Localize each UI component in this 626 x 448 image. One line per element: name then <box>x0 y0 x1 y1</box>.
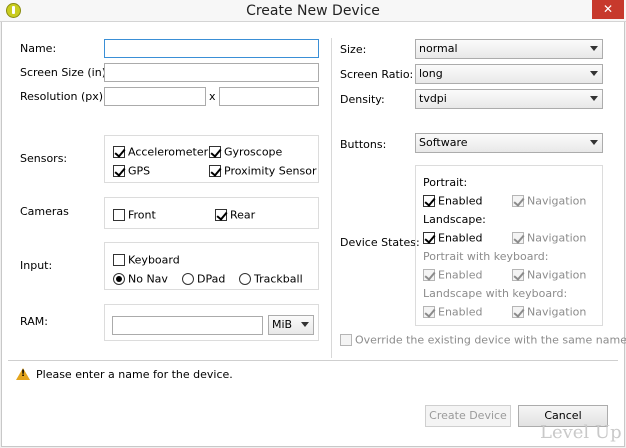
chevron-down-icon <box>301 322 309 327</box>
device-states-group: Portrait: Enabled Navigation Landscape: … <box>415 165 603 326</box>
name-field[interactable] <box>104 39 319 58</box>
chevron-down-icon <box>590 96 598 101</box>
radio-unselected-icon <box>239 273 251 285</box>
radio-unselected-icon <box>182 273 194 285</box>
close-button[interactable]: ✕ <box>592 0 624 19</box>
front-camera-checkbox[interactable]: Front <box>113 208 156 223</box>
screen-size-label: Screen Size (in): <box>20 66 110 79</box>
checkbox-checked-icon <box>209 165 221 177</box>
resolution-x-label: x <box>209 90 216 103</box>
gyroscope-checkbox[interactable]: Gyroscope <box>209 145 282 160</box>
checkbox-unchecked-icon <box>340 334 352 346</box>
size-select[interactable]: normal <box>415 39 603 59</box>
name-label: Name: <box>20 42 57 55</box>
dpad-radio[interactable]: DPad <box>182 272 225 287</box>
checkbox-unchecked-icon <box>113 209 125 221</box>
resolution-height-field[interactable] <box>219 87 319 106</box>
radio-selected-icon <box>113 273 125 285</box>
input-label: Input: <box>20 259 53 272</box>
state-title-landscape-keyboard: Landscape with keyboard: <box>423 287 568 300</box>
landscape-keyboard-enabled-checkbox[interactable]: Enabled <box>423 305 482 320</box>
warning-message: Please enter a name for the device. <box>36 368 233 381</box>
chevron-down-icon <box>590 140 598 145</box>
screen-ratio-select[interactable]: long <box>415 64 603 84</box>
ram-label: RAM: <box>20 315 48 328</box>
chevron-down-icon <box>590 71 598 76</box>
density-select[interactable]: tvdpi <box>415 89 603 109</box>
override-checkbox[interactable]: Override the existing device with the sa… <box>340 333 626 348</box>
dialog-body: Name: Screen Size (in): Resolution (px):… <box>1 22 626 447</box>
title-bar: Create New Device ✕ <box>0 0 626 22</box>
checkbox-checked-icon <box>209 146 221 158</box>
checkbox-checked-icon <box>512 306 524 318</box>
state-title-portrait-keyboard: Portrait with keyboard: <box>423 250 549 263</box>
footer-divider <box>8 360 618 361</box>
trackball-radio[interactable]: Trackball <box>239 272 303 287</box>
state-title-landscape: Landscape: <box>423 213 486 226</box>
resolution-label: Resolution (px): <box>20 90 107 103</box>
watermark-logo: Level Up <box>540 422 622 443</box>
density-label: Density: <box>340 93 385 106</box>
portrait-enabled-checkbox[interactable]: Enabled <box>423 194 482 209</box>
sensors-group: Accelerometer Gyroscope GPS Proximity Se… <box>104 135 319 183</box>
checkbox-checked-icon <box>423 232 435 244</box>
accelerometer-checkbox[interactable]: Accelerometer <box>113 145 208 160</box>
buttons-label: Buttons: <box>340 138 387 151</box>
buttons-select[interactable]: Software <box>415 133 603 153</box>
warning-icon <box>16 368 30 380</box>
sensors-label: Sensors: <box>20 152 68 165</box>
size-label: Size: <box>340 43 367 56</box>
resolution-width-field[interactable] <box>104 87 206 106</box>
checkbox-checked-icon <box>512 195 524 207</box>
keyboard-checkbox[interactable]: Keyboard <box>113 253 180 268</box>
window-title: Create New Device <box>246 3 380 19</box>
screen-size-field[interactable] <box>104 63 319 82</box>
checkbox-checked-icon <box>113 165 125 177</box>
checkbox-checked-icon <box>215 209 227 221</box>
checkbox-checked-icon <box>113 146 125 158</box>
checkbox-checked-icon <box>512 269 524 281</box>
checkbox-checked-icon <box>512 232 524 244</box>
checkbox-checked-icon <box>423 269 435 281</box>
ram-unit-select[interactable]: MiB <box>268 315 314 335</box>
cameras-label: Cameras <box>20 205 69 218</box>
gps-checkbox[interactable]: GPS <box>113 164 150 179</box>
chevron-down-icon <box>590 46 598 51</box>
checkbox-unchecked-icon <box>113 254 125 266</box>
landscape-keyboard-navigation-checkbox[interactable]: Navigation <box>512 305 586 320</box>
portrait-keyboard-navigation-checkbox[interactable]: Navigation <box>512 268 586 283</box>
checkbox-checked-icon <box>423 195 435 207</box>
device-states-label: Device States: <box>340 236 420 249</box>
column-divider <box>331 38 332 358</box>
input-group: Keyboard No Nav DPad Trackball <box>104 242 319 290</box>
landscape-enabled-checkbox[interactable]: Enabled <box>423 231 482 246</box>
proximity-sensor-checkbox[interactable]: Proximity Sensor <box>209 164 316 179</box>
portrait-navigation-checkbox[interactable]: Navigation <box>512 194 586 209</box>
create-device-button[interactable]: Create Device <box>425 405 511 427</box>
cameras-group: Front Rear <box>104 197 319 229</box>
portrait-keyboard-enabled-checkbox[interactable]: Enabled <box>423 268 482 283</box>
ram-group: MiB <box>104 304 319 341</box>
checkbox-checked-icon <box>423 306 435 318</box>
landscape-navigation-checkbox[interactable]: Navigation <box>512 231 586 246</box>
no-nav-radio[interactable]: No Nav <box>113 272 168 287</box>
rear-camera-checkbox[interactable]: Rear <box>215 208 255 223</box>
screen-ratio-label: Screen Ratio: <box>340 68 414 81</box>
ram-field[interactable] <box>112 316 263 335</box>
state-title-portrait: Portrait: <box>423 176 468 189</box>
